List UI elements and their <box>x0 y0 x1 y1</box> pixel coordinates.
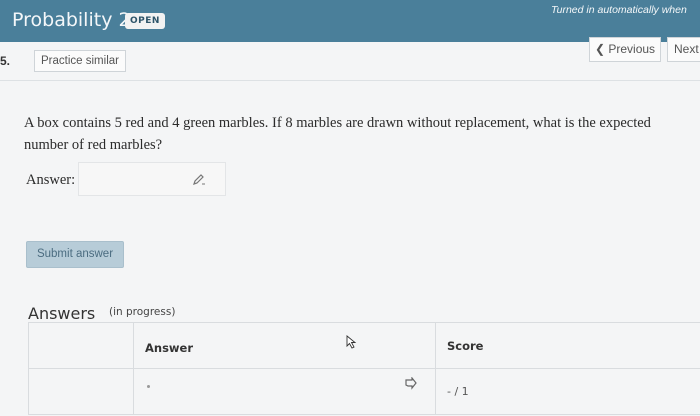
table-header-row: Answer Score <box>28 323 700 369</box>
submit-answer-button[interactable]: Submit answer <box>26 241 124 268</box>
score-value: - / 1 <box>447 385 469 398</box>
open-badge: OPEN <box>125 13 165 29</box>
answer-placeholder-dot <box>147 385 150 388</box>
practice-similar-button[interactable]: Practice similar <box>34 50 126 72</box>
answers-status: (in progress) <box>109 306 176 318</box>
mouse-cursor-icon <box>346 334 358 353</box>
answers-table: Answer Score - / 1 <box>28 322 700 416</box>
answers-heading: Answers <box>28 304 96 323</box>
previous-button[interactable]: ❮ Previous <box>589 37 661 62</box>
turn-in-status: Turned in automatically when <box>551 4 687 16</box>
top-bar: Probability 2 OPEN Turned in automatical… <box>0 0 700 42</box>
chevron-left-icon: ❮ <box>594 42 606 56</box>
column-header-answer: Answer <box>145 341 194 355</box>
assignment-title: Probability 2 <box>12 9 131 31</box>
divider <box>0 80 700 81</box>
table-row: - / 1 <box>28 369 700 415</box>
question-number: 5. <box>0 54 11 68</box>
next-button[interactable]: Next <box>667 37 700 62</box>
answer-label: Answer: <box>26 172 76 188</box>
feedback-icon[interactable] <box>404 376 418 394</box>
column-header-score: Score <box>447 339 484 353</box>
previous-label: Previous <box>608 42 656 56</box>
pencil-icon[interactable] <box>192 172 206 189</box>
question-text: A box contains 5 red and 4 green marbles… <box>24 115 651 153</box>
